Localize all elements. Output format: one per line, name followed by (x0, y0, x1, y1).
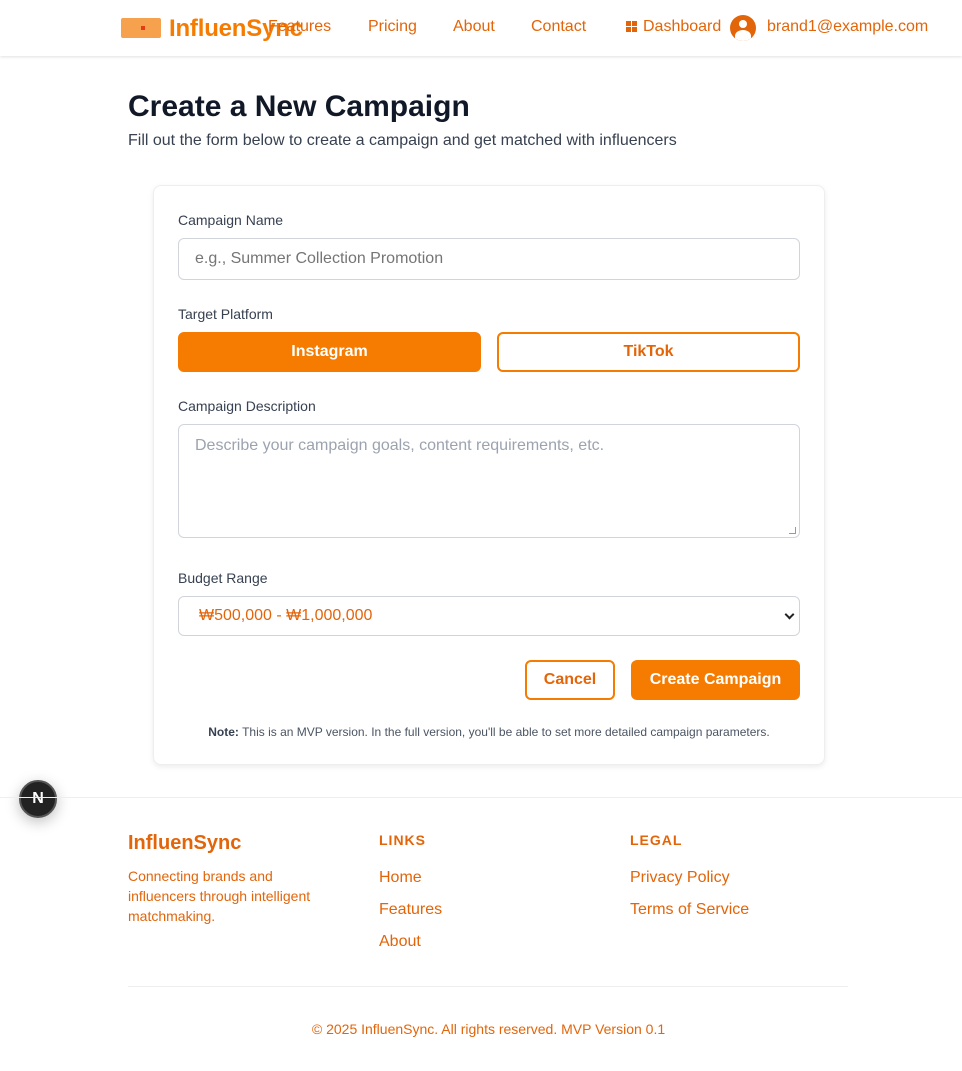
page-title: Create a New Campaign (128, 90, 470, 123)
resize-handle-icon[interactable] (789, 527, 796, 534)
description-placeholder: Describe your campaign goals, content re… (195, 437, 605, 454)
footer-link-home[interactable]: Home (379, 869, 422, 887)
platform-instagram-button[interactable]: Instagram (178, 332, 481, 372)
user-avatar-icon[interactable] (730, 15, 756, 41)
mvp-note: Note: This is an MVP version. In the ful… (153, 725, 825, 739)
campaign-description-textarea[interactable]: Describe your campaign goals, content re… (178, 424, 800, 538)
footer-divider (128, 986, 848, 987)
footer-link-terms[interactable]: Terms of Service (630, 901, 749, 919)
page-subtitle: Fill out the form below to create a camp… (128, 132, 677, 149)
nav-pricing-link[interactable]: Pricing (368, 18, 417, 36)
footer-brand: InfluenSync (128, 832, 242, 854)
cancel-button[interactable]: Cancel (525, 660, 615, 700)
target-platform-label: Target Platform (178, 306, 273, 322)
footer-tagline: Connecting brands and influencers throug… (128, 868, 311, 924)
footer-link-privacy[interactable]: Privacy Policy (630, 869, 730, 887)
nav-about-link[interactable]: About (453, 18, 495, 36)
nav-features-link[interactable]: Features (268, 18, 331, 36)
campaign-name-label: Campaign Name (178, 212, 284, 228)
campaign-description-label: Campaign Description (178, 398, 316, 414)
dashboard-label: Dashboard (643, 18, 722, 35)
budget-range-label: Budget Range (178, 570, 268, 586)
dev-tools-badge[interactable]: N (19, 780, 57, 818)
note-prefix: Note: (208, 725, 239, 739)
footer-link-about[interactable]: About (379, 933, 421, 951)
budget-selected-value: ₩500,000 - ₩1,000,000 (199, 607, 373, 624)
footer-links-heading: LINKS (379, 832, 426, 848)
create-campaign-button[interactable]: Create Campaign (631, 660, 800, 700)
note-text: This is an MVP version. In the full vers… (242, 725, 770, 739)
campaign-name-input[interactable] (178, 238, 800, 280)
platform-tiktok-button[interactable]: TikTok (497, 332, 800, 372)
footer-link-features[interactable]: Features (379, 901, 442, 919)
chevron-down-icon (784, 609, 795, 620)
footer-legal-heading: LEGAL (630, 832, 683, 848)
brand-logo-image (121, 18, 161, 38)
top-navbar: InfluenSync Features Pricing About Conta… (0, 0, 962, 56)
budget-range-select[interactable]: ₩500,000 - ₩1,000,000 (178, 596, 800, 636)
dashboard-grid-icon (626, 21, 637, 32)
footer-copyright: © 2025 InfluenSync. All rights reserved.… (311, 1021, 666, 1037)
footer-divider-top (0, 797, 962, 798)
nav-dashboard-link[interactable]: Dashboard (626, 18, 721, 36)
nav-contact-link[interactable]: Contact (531, 18, 586, 36)
user-email[interactable]: brand1@example.com (767, 18, 928, 36)
